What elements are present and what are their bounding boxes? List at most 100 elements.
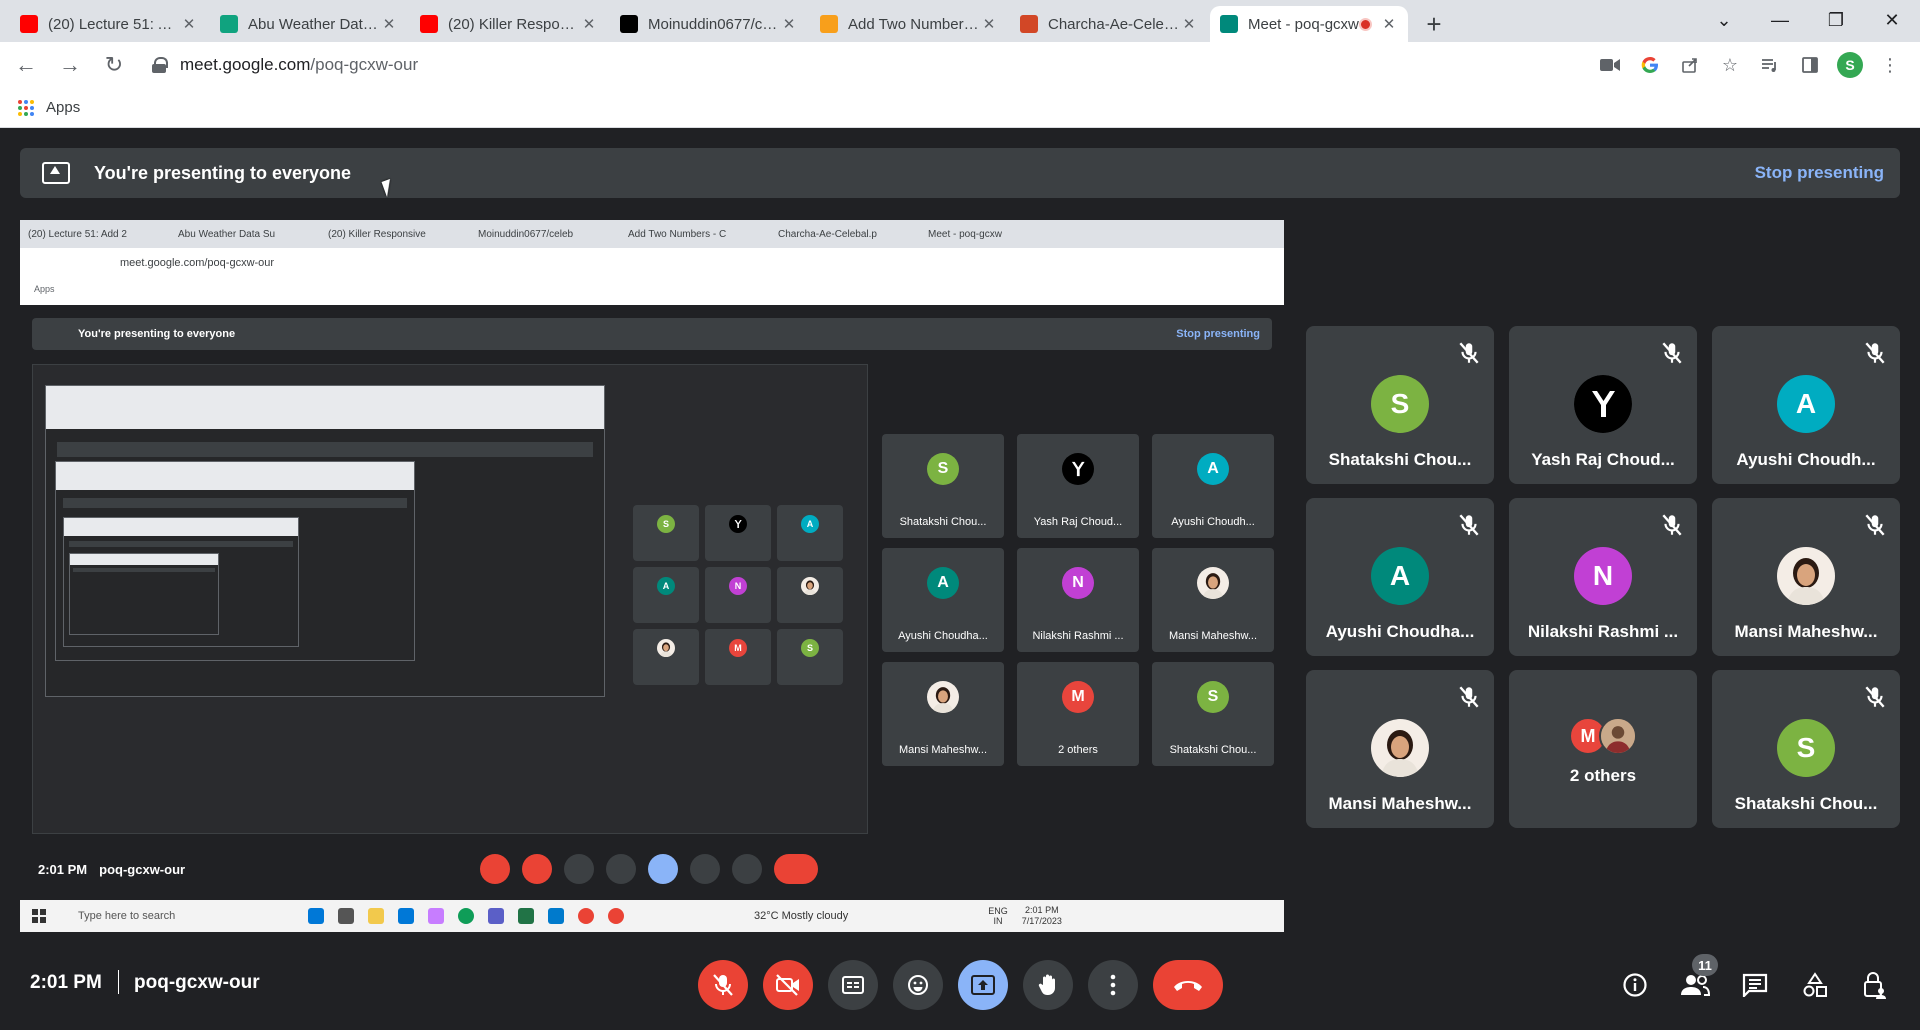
presented-participant-name: Mansi Maheshw... (898, 743, 988, 756)
close-tab-icon[interactable]: ✕ (380, 15, 398, 33)
meeting-details-button[interactable] (1610, 960, 1660, 1010)
participant-name: Ayushi Choudha... (1325, 622, 1475, 641)
captions-button[interactable] (828, 960, 878, 1010)
meet-bottom-bar: 2:01 PM poq-gcxw-our 11 (0, 934, 1920, 1030)
more-options-button[interactable] (1088, 960, 1138, 1010)
present-icon (971, 975, 995, 995)
participant-tile[interactable]: Yash Raj Choud... (1509, 326, 1697, 484)
profile-avatar[interactable]: S (1830, 48, 1870, 82)
participant-tile[interactable]: S Shatakshi Chou... (1712, 670, 1900, 828)
tabs-container: (20) Lecture 51: Add 2✕Abu Weather Data … (0, 6, 1410, 42)
apps-bookmark[interactable]: Apps (46, 99, 80, 116)
bookmarks-bar: Apps (0, 88, 1920, 128)
browser-tab[interactable]: (20) Lecture 51: Add 2✕ (10, 6, 208, 42)
microphone-toggle-button[interactable] (698, 960, 748, 1010)
close-tab-icon[interactable]: ✕ (980, 15, 998, 33)
presented-lang-1: ENG (988, 906, 1008, 916)
media-controls-icon[interactable] (1750, 48, 1790, 82)
tab-title: Moinuddin0677/celeb (648, 15, 780, 33)
avatar: A (1197, 453, 1229, 486)
browser-tab[interactable]: (20) Killer Responsive✕ (410, 6, 608, 42)
stop-presenting-button[interactable]: Stop presenting (1755, 163, 1884, 183)
participant-tile[interactable]: A Ayushi Choudha... (1306, 498, 1494, 656)
reactions-button[interactable] (893, 960, 943, 1010)
close-tab-icon[interactable]: ✕ (1180, 15, 1198, 33)
avatar: N (1062, 567, 1094, 600)
tab-title: (20) Killer Responsive (448, 15, 580, 33)
share-icon[interactable] (1670, 48, 1710, 82)
close-tab-icon[interactable]: ✕ (580, 15, 598, 33)
forward-button[interactable]: → (52, 47, 88, 83)
presented-lang: ENG IN (988, 906, 1008, 926)
avatar: A (927, 567, 959, 600)
presented-participant-tile: M (705, 629, 771, 685)
recursive-screen-share: S A A N M S (32, 364, 868, 834)
presented-taskbar: Type here to search 32°C Mostly cloudy E… (20, 900, 1284, 932)
leetcode-icon (820, 15, 838, 33)
close-window-button[interactable]: ✕ (1864, 0, 1920, 40)
mic-off-icon (1862, 684, 1888, 710)
google-icon[interactable] (1630, 48, 1670, 82)
present-now-button[interactable] (958, 960, 1008, 1010)
browser-tab[interactable]: Abu Weather Data Su ✕ (210, 6, 408, 42)
chat-icon (1742, 973, 1768, 997)
close-tab-icon[interactable]: ✕ (1380, 15, 1398, 33)
browser-tab[interactable]: Moinuddin0677/celeb ✕ (610, 6, 808, 42)
browser-tab[interactable]: Add Two Numbers - C✕ (810, 6, 1008, 42)
browser-tab[interactable]: Meet - poq-gcxw ✕ (1210, 6, 1408, 42)
captions-icon (842, 976, 864, 994)
presented-participant-tile: S (777, 629, 843, 685)
avatar: S (657, 515, 675, 534)
new-tab-button[interactable]: + (1416, 6, 1452, 42)
meeting-divider (118, 970, 119, 994)
presented-tab-title: Abu Weather Data Su (178, 228, 276, 240)
participant-grid: S Shatakshi Chou... Yash Raj Choud... A Ayus… (1306, 326, 1900, 830)
host-controls-button[interactable] (1850, 960, 1900, 1010)
activities-button[interactable] (1790, 960, 1840, 1010)
presented-tab-title: Meet - poq-gcxw (928, 228, 1002, 240)
avatar-photo (927, 681, 959, 714)
close-tab-icon[interactable]: ✕ (780, 15, 798, 33)
address-bar[interactable]: meet.google.com/poq-gcxw-our (140, 48, 1560, 82)
close-tab-icon[interactable]: ✕ (180, 15, 198, 33)
minimize-button[interactable]: — (1752, 0, 1808, 40)
reload-button[interactable]: ↻ (96, 47, 132, 83)
presented-tab-title: Charcha-Ae-Celebal.p (778, 228, 877, 240)
bookmark-star-icon[interactable]: ☆ (1710, 48, 1750, 82)
presented-participant-name: Nilakshi Rashmi ... (1032, 629, 1124, 642)
presented-tray-date: 7/17/2023 (1021, 916, 1062, 926)
participant-name: Yash Raj Choud... (1531, 450, 1675, 469)
presented-participant-name: Shatakshi Chou... (899, 515, 987, 528)
presented-participant-tile: A (777, 505, 843, 561)
avatar-logo-icon (1062, 453, 1094, 486)
lock-icon[interactable] (152, 57, 168, 73)
presented-participant-name: 2 others (1058, 743, 1098, 756)
leave-call-button[interactable] (1153, 960, 1223, 1010)
tab-search-chevron-icon[interactable]: ⌄ (1696, 0, 1752, 40)
presented-participant-tile: S (633, 505, 699, 561)
restore-button[interactable]: ❐ (1808, 0, 1864, 40)
participant-tile[interactable]: A Ayushi Choudh... (1712, 326, 1900, 484)
camera-toggle-button[interactable] (763, 960, 813, 1010)
participant-tile[interactable]: Mansi Maheshw... (1306, 670, 1494, 828)
presented-participant-tile: M 2 others (1017, 662, 1139, 766)
camera-in-use-icon[interactable] (1590, 48, 1630, 82)
raise-hand-button[interactable] (1023, 960, 1073, 1010)
presented-tab-title: (20) Lecture 51: Add 2 (28, 228, 127, 240)
chrome-menu-icon[interactable]: ⋮ (1870, 48, 1910, 82)
avatar: S (927, 453, 959, 486)
avatar-photo (1197, 567, 1229, 600)
presented-controls (480, 854, 830, 884)
apps-grid-icon[interactable] (18, 99, 34, 116)
chat-button[interactable] (1730, 960, 1780, 1010)
participant-tile[interactable]: Mansi Maheshw... (1712, 498, 1900, 656)
people-button[interactable]: 11 (1670, 954, 1720, 1010)
side-panel-icon[interactable] (1790, 48, 1830, 82)
browser-tab[interactable]: Charcha-Ae-Celebal.p✕ (1010, 6, 1208, 42)
powerpoint-icon (1020, 15, 1038, 33)
youtube-icon (20, 15, 38, 33)
participant-tile[interactable]: M 2 others (1509, 670, 1697, 828)
participant-tile[interactable]: N Nilakshi Rashmi ... (1509, 498, 1697, 656)
participant-tile[interactable]: S Shatakshi Chou... (1306, 326, 1494, 484)
back-button[interactable]: ← (8, 47, 44, 83)
